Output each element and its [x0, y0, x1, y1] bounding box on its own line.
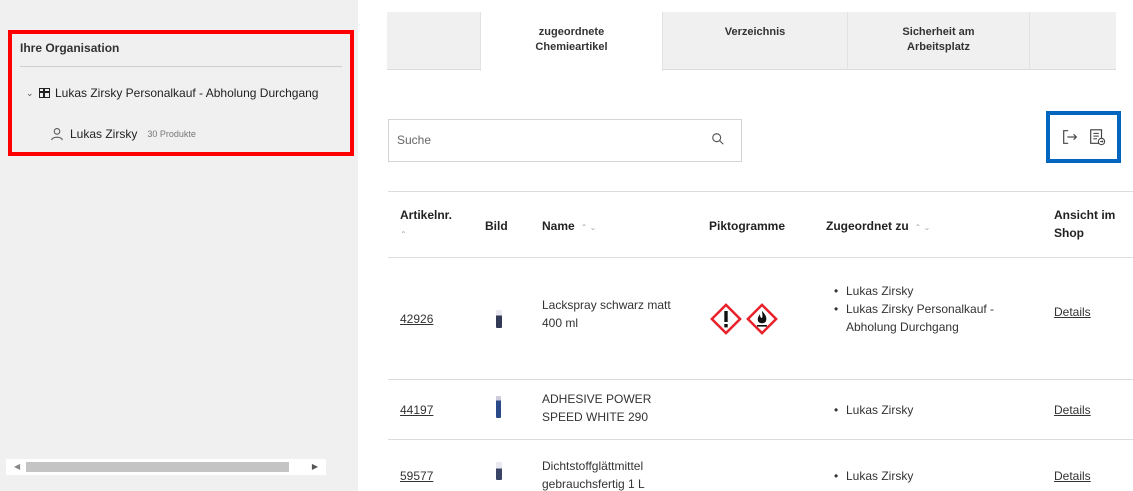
product-table: Artikelnr. ⌃ Bild Name ⌃ ⌄ Piktogramme Zu…: [388, 191, 1133, 491]
article-number-link[interactable]: 42926: [400, 310, 433, 328]
product-name: ADHESIVE POWER SPEED WHITE 290: [542, 392, 652, 424]
product-name: Dichtstoffglättmittel gebrauchsfertig 1 …: [542, 459, 645, 491]
pictograms: [709, 302, 779, 336]
assigned-list: Lukas Zirsky: [832, 467, 1032, 485]
details-link[interactable]: Details: [1054, 401, 1091, 419]
app-root: Ihre Organisation ⌄ Lukas Zirsky Persona…: [0, 0, 1133, 491]
header-ansicht: Ansicht im Shop: [1054, 208, 1116, 240]
exclamation-mark-icon: [710, 303, 742, 335]
tab-label: Verzeichnis: [724, 26, 786, 38]
details-link[interactable]: Details: [1054, 467, 1091, 485]
header-name[interactable]: Name ⌃ ⌄: [542, 217, 596, 237]
scroll-right-icon[interactable]: ▶: [312, 462, 318, 471]
org-node-label: Lukas Zirsky Personalkauf - Abholung Dur…: [55, 86, 319, 100]
table-icon: [39, 88, 50, 98]
tree-user-item[interactable]: Lukas Zirsky 30 Produkte: [50, 127, 196, 141]
assigned-list: Lukas Zirsky Lukas Zirsky Personalkauf -…: [832, 282, 1032, 336]
assigned-list: Lukas Zirsky: [832, 401, 1032, 419]
list-item: Lukas Zirsky: [832, 401, 1032, 419]
list-item: Lukas Zirsky Personalkauf - Abholung Dur…: [832, 300, 1032, 336]
tab-sicherheit[interactable]: Sicherheit am Arbeitsplatz: [847, 12, 1030, 70]
search-icon[interactable]: [711, 132, 725, 146]
list-item: Lukas Zirsky: [832, 467, 1032, 485]
action-buttons: [1046, 111, 1121, 163]
tab-label: zugeordnete Chemieartikel: [535, 26, 608, 53]
sort-icon[interactable]: ⌃ ⌄: [915, 223, 931, 232]
header-bild: Bild: [485, 219, 508, 233]
sort-icon[interactable]: ⌃: [400, 230, 407, 239]
sidebar: Ihre Organisation ⌄ Lukas Zirsky Persona…: [0, 0, 358, 491]
header-piktogramme: Piktogramme: [709, 219, 786, 233]
horizontal-scrollbar[interactable]: ◀ ▶: [6, 459, 326, 475]
product-image: [496, 396, 501, 418]
table-row: 44197 ADHESIVE POWER SPEED WHITE 290 Luk…: [388, 380, 1133, 440]
article-number-link[interactable]: 44197: [400, 401, 433, 419]
document-export-icon[interactable]: [1088, 128, 1106, 146]
user-product-count: 30 Produkte: [147, 129, 196, 139]
organisation-title: Ihre Organisation: [20, 41, 120, 55]
header-label: Name: [542, 219, 575, 233]
list-item: Lukas Zirsky: [832, 282, 1032, 300]
product-name: Lackspray schwarz matt 400 ml: [542, 298, 671, 330]
divider: [20, 66, 342, 67]
sort-icon[interactable]: ⌃ ⌄: [581, 223, 597, 232]
flame-icon: [746, 303, 778, 335]
org-tree-node[interactable]: ⌄ Lukas Zirsky Personalkauf - Abholung D…: [26, 86, 318, 100]
tab-label: Sicherheit am Arbeitsplatz: [902, 26, 975, 53]
user-name: Lukas Zirsky: [70, 127, 138, 141]
search-box: [388, 119, 742, 162]
product-image: [496, 310, 502, 328]
header-label: Zugeordnet zu: [826, 219, 909, 233]
user-icon: [51, 128, 63, 141]
chevron-down-icon[interactable]: ⌄: [26, 88, 36, 99]
search-input[interactable]: [397, 133, 697, 147]
tab-bar: zugeordnete Chemieartikel Verzeichnis Si…: [387, 12, 1116, 71]
scroll-left-icon[interactable]: ◀: [14, 462, 20, 471]
header-artikelnr[interactable]: Artikelnr. ⌃: [400, 206, 460, 244]
tab-verzeichnis[interactable]: Verzeichnis: [663, 12, 847, 70]
table-row: 59577 Dichtstoffglättmittel gebrauchsfer…: [388, 440, 1133, 491]
details-link[interactable]: Details: [1054, 303, 1091, 321]
article-number-link[interactable]: 59577: [400, 467, 433, 485]
organisation-panel: Ihre Organisation ⌄ Lukas Zirsky Persona…: [8, 30, 354, 156]
header-zugeordnet[interactable]: Zugeordnet zu ⌃ ⌄: [826, 217, 930, 237]
product-image: [496, 462, 502, 480]
table-header: Artikelnr. ⌃ Bild Name ⌃ ⌄ Piktogramme Zu…: [388, 191, 1133, 258]
scrollbar-thumb[interactable]: [26, 462, 289, 472]
header-label: Artikelnr.: [400, 208, 453, 222]
tab-chemieartikel[interactable]: zugeordnete Chemieartikel: [480, 12, 663, 71]
table-row: 42926 Lackspray schwarz matt 400 ml Luka…: [388, 258, 1133, 380]
export-icon[interactable]: [1061, 128, 1079, 146]
